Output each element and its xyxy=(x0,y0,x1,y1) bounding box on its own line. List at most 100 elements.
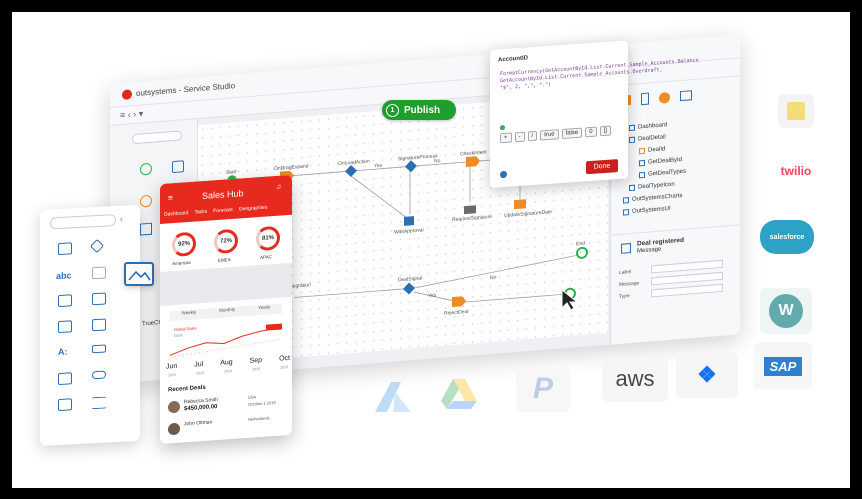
type-input[interactable] xyxy=(651,283,723,298)
table-widget-icon[interactable] xyxy=(58,294,72,308)
label-input[interactable] xyxy=(651,259,723,274)
image-drop-area[interactable] xyxy=(160,262,292,306)
list-icon[interactable] xyxy=(172,160,184,174)
tab-weekly[interactable]: Weekly xyxy=(182,309,197,320)
tree-item[interactable]: DealDetail xyxy=(629,134,666,144)
tree-item[interactable]: Dashboard xyxy=(629,122,667,132)
gauge-label: APAC xyxy=(260,254,272,261)
message-input[interactable] xyxy=(651,271,723,286)
tree-item[interactable]: DealTypeIcon xyxy=(629,182,675,192)
node-label: Start xyxy=(226,169,237,176)
widget-palette: ‹ abc A: xyxy=(40,204,140,446)
edge-label: No xyxy=(434,157,441,165)
text-widget[interactable]: abc xyxy=(56,270,72,281)
play-icon[interactable] xyxy=(140,162,152,176)
google-drive-logo xyxy=(432,374,486,414)
circle-icon[interactable] xyxy=(140,194,152,208)
label-widget[interactable]: A: xyxy=(58,347,68,357)
image-widget-drag[interactable] xyxy=(124,262,154,286)
nav-controls[interactable]: ≡ ‹ › ▾ xyxy=(120,108,143,121)
switch-icon[interactable] xyxy=(92,370,106,380)
aggregate-node[interactable] xyxy=(466,156,480,167)
grid-icon[interactable] xyxy=(680,90,692,102)
plus-button[interactable]: + xyxy=(500,132,512,144)
list-button[interactable]: [] xyxy=(599,125,611,137)
block-icon xyxy=(629,184,635,192)
field-label: Label xyxy=(619,268,632,276)
w-logo: W xyxy=(769,294,803,328)
sap-logo-tile: SAP xyxy=(754,342,812,390)
recent-deals-title: Recent Deals xyxy=(168,384,206,394)
tab-dashboard[interactable]: Dashboard xyxy=(164,210,188,218)
orange-circle-icon[interactable] xyxy=(659,91,670,104)
image-placeholder-icon[interactable] xyxy=(92,266,106,280)
menu-icon[interactable]: ≡ xyxy=(168,193,173,202)
publish-button[interactable]: 1 Publish xyxy=(382,100,456,120)
tab-monthly[interactable]: Monthly xyxy=(219,307,235,318)
aggregate-node[interactable] xyxy=(452,296,466,308)
list-widget-icon[interactable] xyxy=(92,318,106,332)
screen-icon xyxy=(629,136,635,144)
gauge-label: Americas xyxy=(172,259,191,267)
tab-geographies[interactable]: Geographies xyxy=(239,204,268,212)
zero-button[interactable]: 0 xyxy=(585,126,597,138)
publish-step: 1 xyxy=(386,103,399,117)
collapse-icon[interactable]: ‹ xyxy=(120,214,123,224)
month-label: Jun xyxy=(166,362,178,371)
tree-item[interactable]: GetDealTypes xyxy=(639,169,686,179)
false-button[interactable]: false xyxy=(561,127,583,139)
tree-item[interactable]: OutSystemsUI xyxy=(623,206,671,216)
minus-button[interactable]: - xyxy=(514,131,525,143)
image-icon xyxy=(128,270,151,281)
salesforce-logo: salesforce xyxy=(760,220,814,254)
if-node[interactable] xyxy=(405,160,417,173)
container-icon[interactable] xyxy=(58,242,72,256)
email-node[interactable] xyxy=(464,205,476,215)
divide-button[interactable]: / xyxy=(527,130,538,142)
year-label: 2019 xyxy=(252,367,260,372)
button-widget-icon[interactable] xyxy=(58,320,72,334)
done-button[interactable]: Done xyxy=(586,159,618,175)
app-title: Sales Hub xyxy=(202,188,244,202)
deal-date: October 1 2019 xyxy=(248,399,276,407)
app-header: ≡ Sales Hub ♫ Dashboard Tasks Forecast G… xyxy=(160,174,292,224)
radio-list-icon[interactable] xyxy=(92,396,106,410)
app-tabs: Dashboard Tasks Forecast Geographies xyxy=(160,203,292,218)
power-bi-logo xyxy=(778,94,814,128)
help-icon[interactable] xyxy=(500,170,507,179)
paypal-logo: P xyxy=(516,366,570,412)
if-node[interactable] xyxy=(403,282,415,295)
tree-item[interactable]: GetDealById xyxy=(639,157,682,167)
palette-search-input[interactable] xyxy=(50,214,116,230)
mobile-icon[interactable] xyxy=(641,92,649,106)
true-button[interactable]: true xyxy=(540,129,559,141)
mouse-pointer-icon xyxy=(561,288,579,311)
azure-logo xyxy=(368,376,418,418)
year-label: 2019 xyxy=(280,365,288,370)
wait-node[interactable] xyxy=(404,216,414,226)
tab-forecast[interactable]: Forecast xyxy=(213,207,232,214)
sidebar-search-input[interactable] xyxy=(132,130,182,145)
tab-yearly[interactable]: Yearly xyxy=(258,304,270,315)
sap-logo: SAP xyxy=(763,356,803,376)
if-widget-icon[interactable] xyxy=(89,238,105,254)
deal-row[interactable]: John Oltman Netherlands xyxy=(168,413,286,439)
checkbox-icon[interactable] xyxy=(58,398,72,412)
link-widget-icon[interactable] xyxy=(58,372,72,386)
if-node[interactable] xyxy=(345,165,357,178)
form-icon[interactable] xyxy=(92,292,106,306)
user-node[interactable] xyxy=(514,199,526,210)
tree-item[interactable]: DealId xyxy=(639,146,665,155)
edge-label: No xyxy=(490,274,497,282)
outsystems-logo-icon xyxy=(122,88,132,100)
end-node[interactable] xyxy=(576,246,588,259)
expression-code[interactable]: FormatCurrency(GetAccountById.List.Curre… xyxy=(500,57,699,92)
bell-icon[interactable]: ♫ xyxy=(276,184,281,191)
tree-item[interactable]: OutSystemsCharts xyxy=(623,193,682,204)
deal-name: John Oltman xyxy=(184,419,213,428)
table-icon[interactable] xyxy=(140,222,152,236)
deal-place: USA xyxy=(248,394,257,400)
tab-tasks[interactable]: Tasks xyxy=(194,209,207,216)
input-widget-icon[interactable] xyxy=(92,344,106,354)
gauge-apac: 81% xyxy=(256,225,280,252)
